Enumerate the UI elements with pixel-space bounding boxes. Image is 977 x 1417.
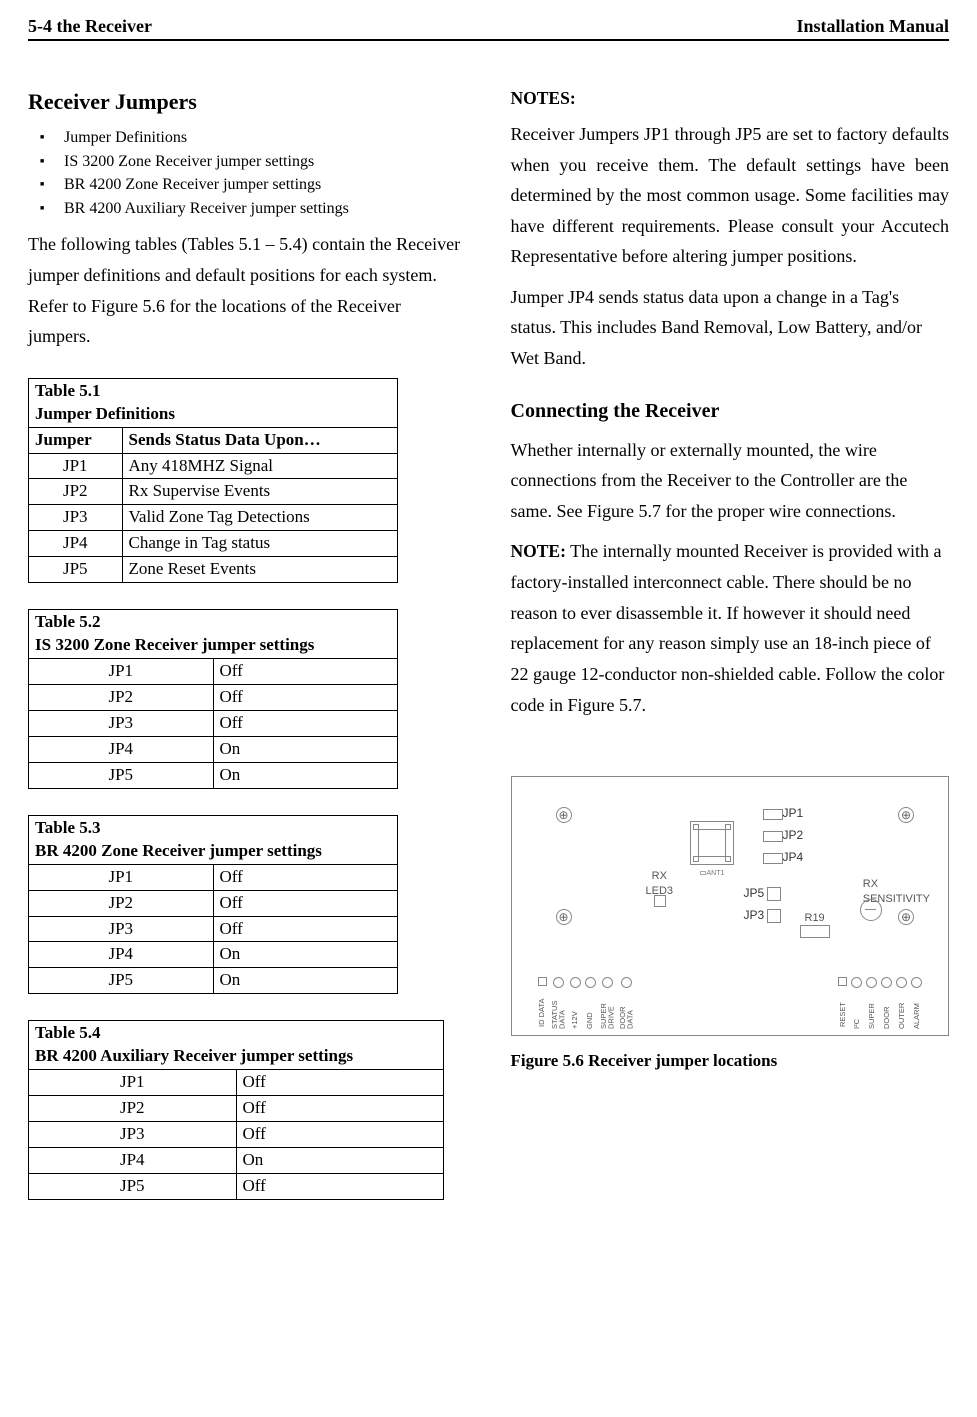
page-header: 5-4 the Receiver Installation Manual xyxy=(28,14,949,41)
mounting-hole-icon: ⊕ xyxy=(556,909,572,925)
table-row: JP4On xyxy=(29,736,398,762)
section-title-receiver-jumpers: Receiver Jumpers xyxy=(28,87,467,117)
table-row: JP5Off xyxy=(29,1173,444,1199)
pin: RESET xyxy=(838,977,847,1029)
table-row: JP3Off xyxy=(29,916,398,942)
header-right: Installation Manual xyxy=(796,14,949,38)
left-column: Receiver Jumpers Jumper Definitions IS 3… xyxy=(28,87,467,1200)
table-title-2: IS 3200 Zone Receiver jumper settings xyxy=(35,635,314,654)
list-item: IS 3200 Zone Receiver jumper settings xyxy=(50,151,467,173)
table-5-4: Table 5.4 BR 4200 Auxiliary Receiver jum… xyxy=(28,1020,444,1200)
figure-caption: Figure 5.6 Receiver jumper locations xyxy=(511,1050,950,1073)
pin: ALARM xyxy=(911,977,922,1029)
pin: +12V xyxy=(570,977,581,1029)
note-label: NOTE: xyxy=(511,541,566,561)
note-body: The internally mounted Receiver is provi… xyxy=(511,541,945,714)
table-title-1: Table 5.4 xyxy=(35,1023,101,1042)
figure-label-jp1: JP1 xyxy=(760,805,804,821)
table-row: JP1Off xyxy=(29,1070,444,1096)
table-row: JP2Off xyxy=(29,685,398,711)
mounting-hole-icon: ⊕ xyxy=(556,807,572,823)
pin: GND xyxy=(585,977,596,1029)
pin-row-left: ID DATA STATUS DATA +12V GND SUPER DRIVE… xyxy=(538,977,634,1029)
table-row: JP2Rx Supervise Events xyxy=(29,479,398,505)
table-row: JP5On xyxy=(29,968,398,994)
figure-label-jp3: JP3 xyxy=(744,907,782,923)
figure-label-jp2: JP2 xyxy=(760,827,804,843)
list-item-label: BR 4200 Auxiliary Receiver jumper settin… xyxy=(64,200,349,217)
figure-label-ant1: ANT1 xyxy=(700,869,725,878)
header-left: 5-4 the Receiver xyxy=(28,14,152,38)
section-title-connecting: Connecting the Receiver xyxy=(511,398,950,425)
table-row: JP3Valid Zone Tag Detections xyxy=(29,505,398,531)
col-head-status: Sends Status Data Upon… xyxy=(122,427,398,453)
table-row: JP5Zone Reset Events xyxy=(29,557,398,583)
table-row: JP2Off xyxy=(29,890,398,916)
figure-label-jp5: JP5 xyxy=(744,885,782,901)
table-row: JP1Off xyxy=(29,659,398,685)
pin: DOOR xyxy=(881,977,892,1029)
pin: I²C xyxy=(851,977,862,1029)
figure-label-jp4: JP4 xyxy=(760,849,804,865)
table-row: JP5On xyxy=(29,762,398,788)
pin: SUPER xyxy=(866,977,877,1029)
table-title-1: Table 5.1 xyxy=(35,381,101,400)
list-item-label: IS 3200 Zone Receiver jumper settings xyxy=(64,153,314,170)
connect-para: Whether internally or externally mounted… xyxy=(511,435,950,527)
antenna-connector-icon xyxy=(690,821,734,865)
table-row: JP4On xyxy=(29,1148,444,1174)
bullet-list: Jumper Definitions IS 3200 Zone Receiver… xyxy=(28,127,467,219)
list-item-label: Jumper Definitions xyxy=(64,129,187,146)
potentiometer-icon xyxy=(860,899,882,921)
pin-row-right: RESET I²C SUPER DOOR OUTER ALARM xyxy=(838,977,922,1029)
intro-paragraph: The following tables (Tables 5.1 – 5.4) … xyxy=(28,229,467,351)
table-row: JP3Off xyxy=(29,710,398,736)
table-title-2: Jumper Definitions xyxy=(35,404,175,423)
table-row: JP4On xyxy=(29,942,398,968)
table-5-2: Table 5.2 IS 3200 Zone Receiver jumper s… xyxy=(28,609,398,789)
led-icon xyxy=(654,895,666,907)
mounting-hole-icon: ⊕ xyxy=(898,807,914,823)
note-paragraph: NOTE: The internally mounted Receiver is… xyxy=(511,536,950,720)
notes-label: NOTES: xyxy=(511,87,950,111)
table-title-1: Table 5.3 xyxy=(35,818,101,837)
pin: DOOR DATA xyxy=(619,977,634,1029)
list-item-label: BR 4200 Zone Receiver jumper settings xyxy=(64,176,321,193)
table-5-1: Table 5.1 Jumper Definitions JumperSends… xyxy=(28,378,398,584)
figure-label-r19: R19 xyxy=(805,911,825,926)
list-item: BR 4200 Zone Receiver jumper settings xyxy=(50,174,467,196)
pin: STATUS DATA xyxy=(551,977,566,1029)
col-head-jumper: Jumper xyxy=(29,427,123,453)
notes-para-2: Jumper JP4 sends status data upon a chan… xyxy=(511,282,950,374)
table-row: JP2Off xyxy=(29,1096,444,1122)
list-item: BR 4200 Auxiliary Receiver jumper settin… xyxy=(50,198,467,220)
table-5-3: Table 5.3 BR 4200 Zone Receiver jumper s… xyxy=(28,815,398,995)
table-row: JP1Any 418MHZ Signal xyxy=(29,453,398,479)
list-item: Jumper Definitions xyxy=(50,127,467,149)
resistor-icon xyxy=(800,925,830,938)
pin: SUPER DRIVE xyxy=(600,977,615,1029)
notes-para-1: Receiver Jumpers JP1 through JP5 are set… xyxy=(511,119,950,272)
right-column: NOTES: Receiver Jumpers JP1 through JP5 … xyxy=(511,87,950,1200)
table-title-2: BR 4200 Zone Receiver jumper settings xyxy=(35,841,322,860)
mounting-hole-icon: ⊕ xyxy=(898,909,914,925)
table-row: JP4Change in Tag status xyxy=(29,531,398,557)
table-title-2: BR 4200 Auxiliary Receiver jumper settin… xyxy=(35,1046,353,1065)
table-title-1: Table 5.2 xyxy=(35,612,101,631)
figure-receiver-board: ⊕ ⊕ ⊕ ⊕ JP1 JP2 JP4 JP5 JP3 ANT1 RX LED3… xyxy=(511,776,950,1036)
pin: OUTER xyxy=(896,977,907,1029)
table-row: JP3Off xyxy=(29,1122,444,1148)
table-row: JP1Off xyxy=(29,864,398,890)
pin: ID DATA xyxy=(538,977,547,1029)
